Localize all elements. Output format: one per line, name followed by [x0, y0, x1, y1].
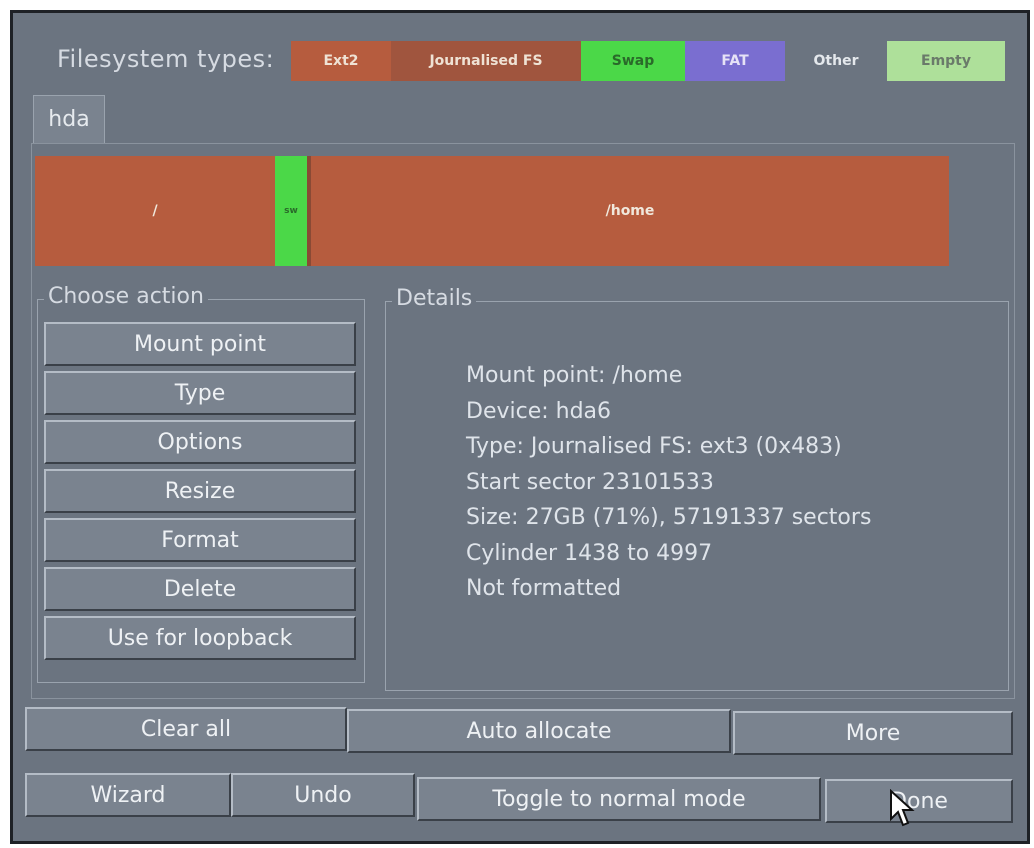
- legend-empty: Empty: [887, 41, 1005, 81]
- choose-action-title: Choose action: [44, 284, 208, 310]
- details-title: Details: [392, 286, 477, 312]
- detail-device: Device: hda6: [466, 398, 612, 424]
- type-button[interactable]: Type: [44, 371, 356, 415]
- more-button[interactable]: More: [733, 711, 1013, 755]
- undo-button[interactable]: Undo: [231, 773, 415, 817]
- mount-point-button[interactable]: Mount point: [44, 322, 356, 366]
- legend-journalised-fs: Journalised FS: [391, 41, 581, 81]
- mouse-pointer-icon: [890, 789, 915, 827]
- detail-start-sector: Start sector 23101533: [466, 469, 714, 495]
- partition-map: / sw /home: [35, 156, 949, 266]
- detail-mount-point: Mount point: /home: [466, 363, 683, 388]
- details-text: Mount point: /home Device: hda6 Type: Jo…: [466, 358, 871, 607]
- auto-allocate-button[interactable]: Auto allocate: [347, 709, 731, 753]
- installer-screen: Filesystem types: Ext2 Journalised FS Sw…: [10, 10, 1030, 844]
- filesystem-types-legend: Filesystem types: Ext2 Journalised FS Sw…: [13, 41, 1027, 85]
- detail-cylinder: Cylinder 1438 to 4997: [466, 540, 713, 566]
- partition-root[interactable]: /: [35, 156, 275, 266]
- legend-swap: Swap: [581, 41, 685, 81]
- done-button[interactable]: Done: [825, 779, 1013, 823]
- legend-ext2: Ext2: [291, 41, 391, 81]
- tab-hda[interactable]: hda: [33, 95, 105, 143]
- format-button[interactable]: Format: [44, 518, 356, 562]
- resize-button[interactable]: Resize: [44, 469, 356, 513]
- legend-fat: FAT: [685, 41, 785, 81]
- legend-other: Other: [785, 41, 887, 81]
- clear-all-button[interactable]: Clear all: [25, 707, 347, 751]
- options-button[interactable]: Options: [44, 420, 356, 464]
- detail-type: Type: Journalised FS: ext3 (0x483): [466, 434, 842, 459]
- partition-swap[interactable]: sw: [275, 156, 307, 266]
- partition-home[interactable]: /home: [307, 156, 949, 266]
- details-group: Details Mount point: /home Device: hda6 …: [385, 286, 1009, 691]
- choose-action-group: Choose action Mount point Type Options R…: [37, 284, 365, 683]
- toggle-normal-mode-button[interactable]: Toggle to normal mode: [417, 777, 821, 821]
- legend-title: Filesystem types:: [57, 45, 275, 73]
- delete-button[interactable]: Delete: [44, 567, 356, 611]
- wizard-button[interactable]: Wizard: [25, 773, 231, 817]
- detail-size: Size: 27GB (71%), 57191337 sectors: [466, 505, 872, 530]
- detail-format-status: Not formatted: [466, 576, 622, 601]
- use-for-loopback-button[interactable]: Use for loopback: [44, 616, 356, 660]
